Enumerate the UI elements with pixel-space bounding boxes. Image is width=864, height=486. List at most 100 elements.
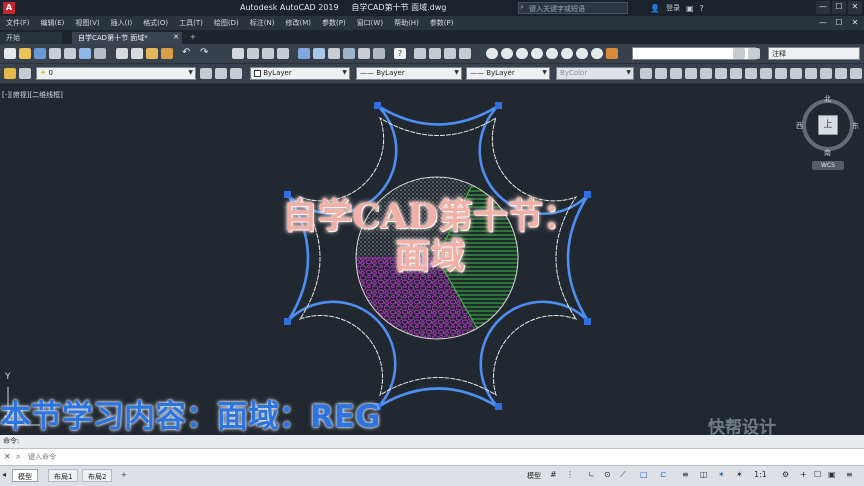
redo-icon[interactable]: ↷ (200, 48, 212, 59)
isodraft-icon[interactable]: ⟋ (620, 470, 626, 483)
zoom-realtime-icon[interactable] (247, 48, 259, 59)
object-snap-icon[interactable]: □ (640, 470, 648, 483)
shaded-icon[interactable] (576, 48, 588, 59)
tab-layout2[interactable]: 布局2 (82, 469, 113, 482)
hidden-icon[interactable] (531, 48, 543, 59)
open-icon[interactable] (19, 48, 31, 59)
paste-icon[interactable] (146, 48, 158, 59)
plotstyle-select[interactable]: ByColor ▼ (556, 67, 634, 80)
tab-start[interactable]: 开始 (0, 32, 62, 44)
layer-properties-icon[interactable] (4, 68, 16, 79)
command-search-icon[interactable]: ⌕ (16, 452, 20, 462)
center-mark-icon[interactable] (850, 68, 862, 79)
text-style-icon[interactable] (748, 48, 760, 59)
quick-dim-icon[interactable] (760, 68, 772, 79)
search-input[interactable]: ⌕ 键入关键字或短语 (518, 2, 628, 14)
viewcube[interactable]: 北 南 西 东 上 WCS (796, 95, 860, 175)
dim-style-icon[interactable] (733, 48, 745, 59)
linetype-select[interactable]: —— ByLayer ▼ (356, 67, 462, 80)
user-icon[interactable]: 👤 (650, 4, 660, 13)
doc-minimize-button[interactable]: — (816, 17, 830, 30)
annotation-visibility-icon[interactable]: ✶ (718, 470, 725, 483)
help-icon[interactable]: ? (700, 4, 704, 13)
print-preview-icon[interactable] (64, 48, 76, 59)
region-icon[interactable] (444, 48, 456, 59)
menu-dimension[interactable]: 标注(N) (250, 18, 275, 28)
tab-layout1[interactable]: 布局1 (48, 469, 79, 482)
menu-draw[interactable]: 绘图(D) (214, 18, 239, 28)
viewcube-top-face[interactable]: 上 (818, 115, 838, 135)
xray-icon[interactable] (591, 48, 603, 59)
match-properties-icon[interactable] (161, 48, 173, 59)
dim-diameter-icon[interactable] (730, 68, 742, 79)
realistic-icon[interactable] (546, 48, 558, 59)
grid-icon[interactable]: # (550, 470, 557, 483)
menu-file[interactable]: 文件(F) (6, 18, 30, 28)
doc-close-button[interactable]: ✕ (848, 17, 862, 30)
viewcube-north[interactable]: 北 (824, 94, 831, 104)
conceptual-icon[interactable] (561, 48, 573, 59)
cart-icon[interactable]: ▣ (686, 4, 694, 13)
menu-format[interactable]: 格式(O) (143, 18, 168, 28)
menu-help[interactable]: 帮助(H) (394, 18, 419, 28)
dim-baseline-icon[interactable] (775, 68, 787, 79)
auto-scale-icon[interactable]: ✶ (736, 470, 743, 483)
dim-radius-icon[interactable] (700, 68, 712, 79)
command-close-icon[interactable]: ✕ (4, 452, 11, 461)
dim-arc-icon[interactable] (670, 68, 682, 79)
menu-modify[interactable]: 修改(M) (285, 18, 311, 28)
layout-nav-icon[interactable]: ◂ (2, 470, 6, 479)
dim-jogged-icon[interactable] (715, 68, 727, 79)
menu-edit[interactable]: 编辑(E) (41, 18, 65, 28)
save-icon[interactable] (34, 48, 46, 59)
layer-match-icon[interactable] (230, 68, 242, 79)
lineweight-display-icon[interactable]: ≡ (682, 470, 689, 483)
hatch-icon[interactable] (414, 48, 426, 59)
wireframe-icon[interactable] (516, 48, 528, 59)
polar-icon[interactable]: ⊙ (604, 470, 611, 483)
sheet-set-icon[interactable] (343, 48, 355, 59)
annotation-monitor-icon[interactable]: + (800, 470, 807, 483)
customize-icon[interactable]: ≡ (846, 470, 853, 483)
dim-aligned-icon[interactable] (655, 68, 667, 79)
menu-tools[interactable]: 工具(T) (179, 18, 203, 28)
tab-drawing[interactable]: 自学CAD第十节 面域* ✕ (72, 32, 182, 44)
menu-insert[interactable]: 插入(I) (111, 18, 133, 28)
app-logo-icon[interactable]: A (3, 2, 15, 14)
workspace-gear-icon[interactable]: ⚙ (782, 470, 789, 483)
color-select[interactable]: ByLayer ▼ (250, 67, 350, 80)
viewcube-south[interactable]: 南 (824, 148, 831, 158)
dim-ordinate-icon[interactable] (685, 68, 697, 79)
minimize-button[interactable]: — (816, 1, 830, 14)
copy-icon[interactable] (131, 48, 143, 59)
maximize-button[interactable]: ☐ (832, 1, 846, 14)
command-line[interactable]: ✕ ⌕ 键入命令 (0, 448, 864, 465)
visual-style-icon[interactable] (486, 48, 498, 59)
dim-continue-icon[interactable] (790, 68, 802, 79)
sign-in-link[interactable]: 登录 (666, 3, 680, 13)
pan-icon[interactable] (232, 48, 244, 59)
publish-icon[interactable] (79, 48, 91, 59)
close-button[interactable]: ✕ (848, 1, 862, 14)
3d-print-icon[interactable] (94, 48, 106, 59)
layer-state-icon[interactable] (19, 68, 31, 79)
viewcube-east[interactable]: 东 (852, 121, 859, 131)
menu-view[interactable]: 视图(V) (75, 18, 99, 28)
units-icon[interactable]: ☐ (814, 470, 821, 483)
help-toolbar-icon[interactable]: ? (394, 48, 406, 59)
dim-angular-icon[interactable] (745, 68, 757, 79)
make-current-icon[interactable] (200, 68, 212, 79)
table-icon[interactable] (459, 48, 471, 59)
wcs-menu[interactable]: WCS (812, 161, 844, 170)
menu-param-2[interactable]: 参数(P) (430, 18, 454, 28)
dim-space-icon[interactable] (805, 68, 817, 79)
ortho-icon[interactable]: ∟ (588, 470, 595, 483)
doc-maximize-button[interactable]: ☐ (832, 17, 846, 30)
render-icon[interactable] (606, 48, 618, 59)
snap-tracking-icon[interactable]: ⊏ (660, 470, 667, 483)
undo-icon[interactable]: ↶ (182, 48, 194, 59)
plot-icon[interactable] (49, 48, 61, 59)
new-tab-button[interactable]: + (184, 32, 198, 44)
new-icon[interactable] (4, 48, 16, 59)
model-space-button[interactable]: 模型 (527, 471, 541, 481)
